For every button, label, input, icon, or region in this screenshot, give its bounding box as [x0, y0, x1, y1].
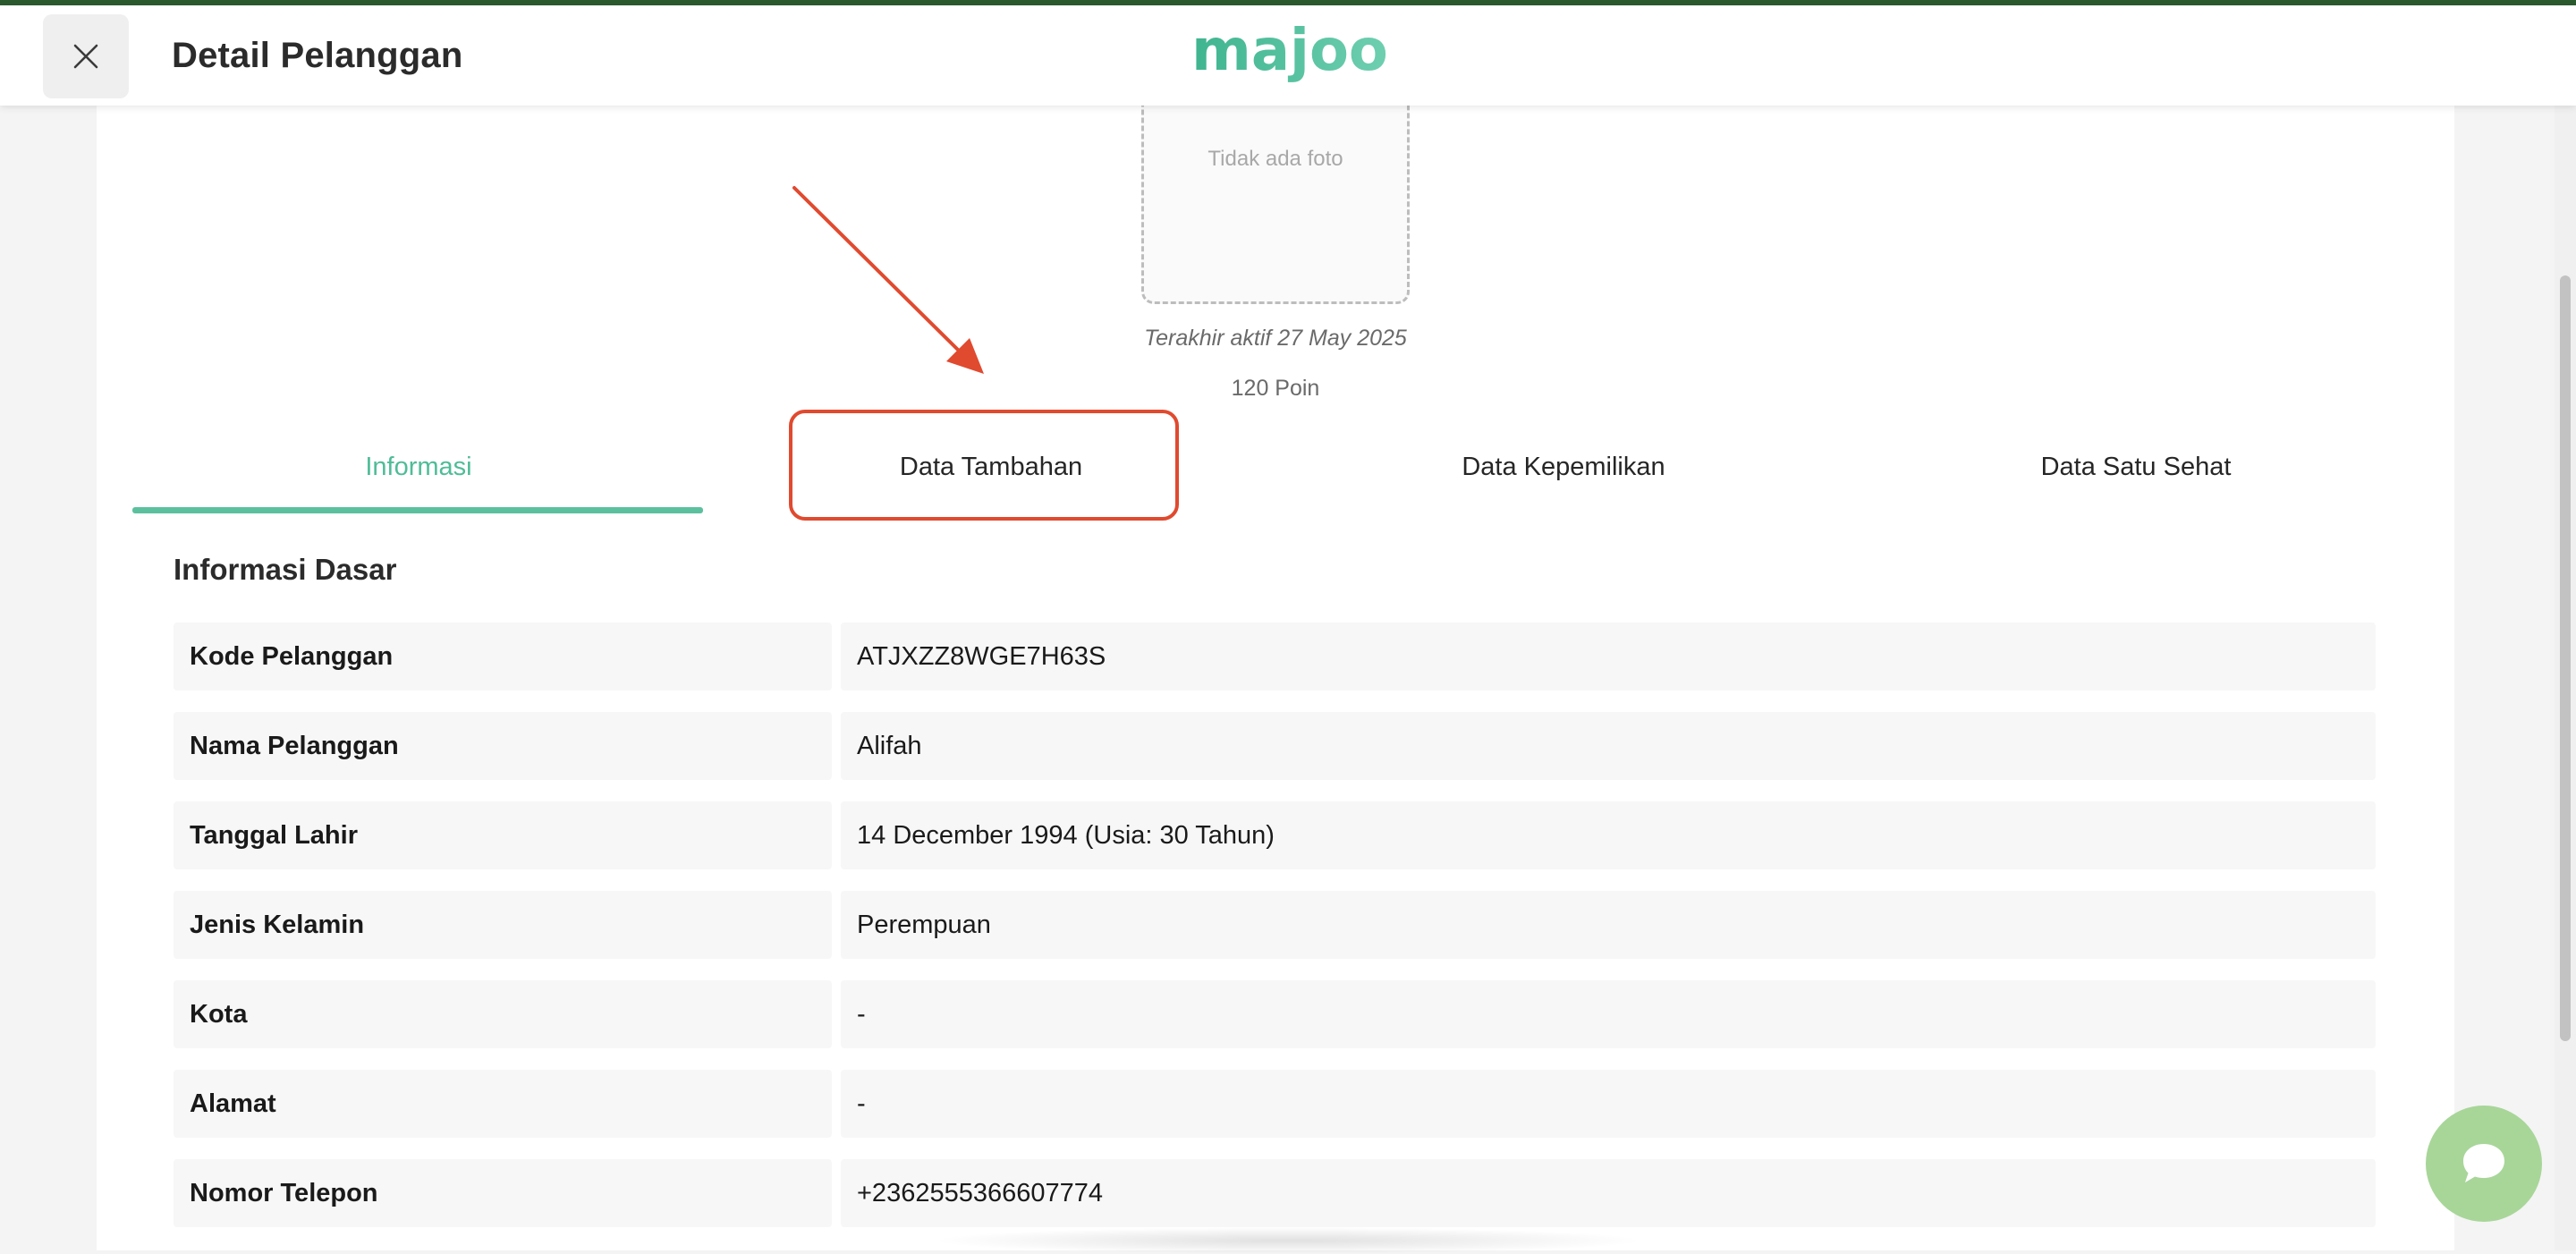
tab-data-tambahan[interactable]: Data Tambahan: [705, 420, 1277, 513]
tab-informasi[interactable]: Informasi: [132, 420, 705, 513]
page-title: Detail Pelanggan: [172, 36, 463, 75]
close-button[interactable]: [43, 14, 129, 98]
last-active-text: Terakhir aktif 27 May 2025: [1144, 326, 1407, 351]
tab-label: Data Kepemilikan: [1462, 452, 1665, 481]
field-label: Kota: [174, 980, 832, 1048]
field-value: 14 December 1994 (Usia: 30 Tahun): [841, 801, 2376, 869]
field-label: Tanggal Lahir: [174, 801, 832, 869]
scrollbar-thumb[interactable]: [2560, 275, 2571, 1041]
info-table: Kode Pelanggan ATJXZZ8WGE7H63S Nama Pela…: [174, 623, 2376, 1249]
tab-label: Informasi: [365, 452, 472, 481]
field-value: -: [841, 1070, 2376, 1138]
table-row: Alamat -: [174, 1070, 2376, 1159]
tab-data-satu-sehat[interactable]: Data Satu Sehat: [1850, 420, 2422, 513]
field-value: +2362555366607774: [841, 1159, 2376, 1227]
table-row: Kota -: [174, 980, 2376, 1070]
field-label: Nomor Telepon: [174, 1159, 832, 1227]
field-value: ATJXZZ8WGE7H63S: [841, 623, 2376, 691]
field-label: Kode Pelanggan: [174, 623, 832, 691]
tab-label: Data Tambahan: [899, 452, 1083, 481]
photo-placeholder-text: Tidak ada foto: [1208, 147, 1343, 171]
close-icon: [73, 44, 98, 69]
table-row: Nama Pelanggan Alifah: [174, 712, 2376, 801]
table-row: Jenis Kelamin Perempuan: [174, 891, 2376, 980]
scrollbar[interactable]: [2555, 106, 2576, 1250]
chat-bubble-icon: [2463, 1144, 2504, 1182]
tab-bar: Informasi Data Tambahan Data Kepemilikan…: [132, 420, 2422, 513]
majoo-logo: majoo: [1191, 21, 1388, 84]
section-title: Informasi Dasar: [174, 553, 397, 586]
field-value: -: [841, 980, 2376, 1048]
table-row: Tanggal Lahir 14 December 1994 (Usia: 30…: [174, 801, 2376, 891]
field-value: Alifah: [841, 712, 2376, 780]
chat-button[interactable]: [2426, 1106, 2542, 1222]
field-value: Perempuan: [841, 891, 2376, 959]
active-tab-indicator: [132, 507, 703, 513]
field-label: Jenis Kelamin: [174, 891, 832, 959]
table-row: Kode Pelanggan ATJXZZ8WGE7H63S: [174, 623, 2376, 712]
header: Detail Pelanggan majoo: [0, 5, 2576, 106]
svg-text:majoo: majoo: [1191, 21, 1388, 84]
tab-label: Data Satu Sehat: [2040, 452, 2232, 481]
tab-data-kepemilikan[interactable]: Data Kepemilikan: [1277, 420, 1850, 513]
annotation-arrow: [792, 186, 984, 374]
field-label: Nama Pelanggan: [174, 712, 832, 780]
points-text: 120 Poin: [1231, 376, 1320, 401]
customer-photo: Tidak ada foto: [1141, 98, 1410, 304]
field-label: Alamat: [174, 1070, 832, 1138]
